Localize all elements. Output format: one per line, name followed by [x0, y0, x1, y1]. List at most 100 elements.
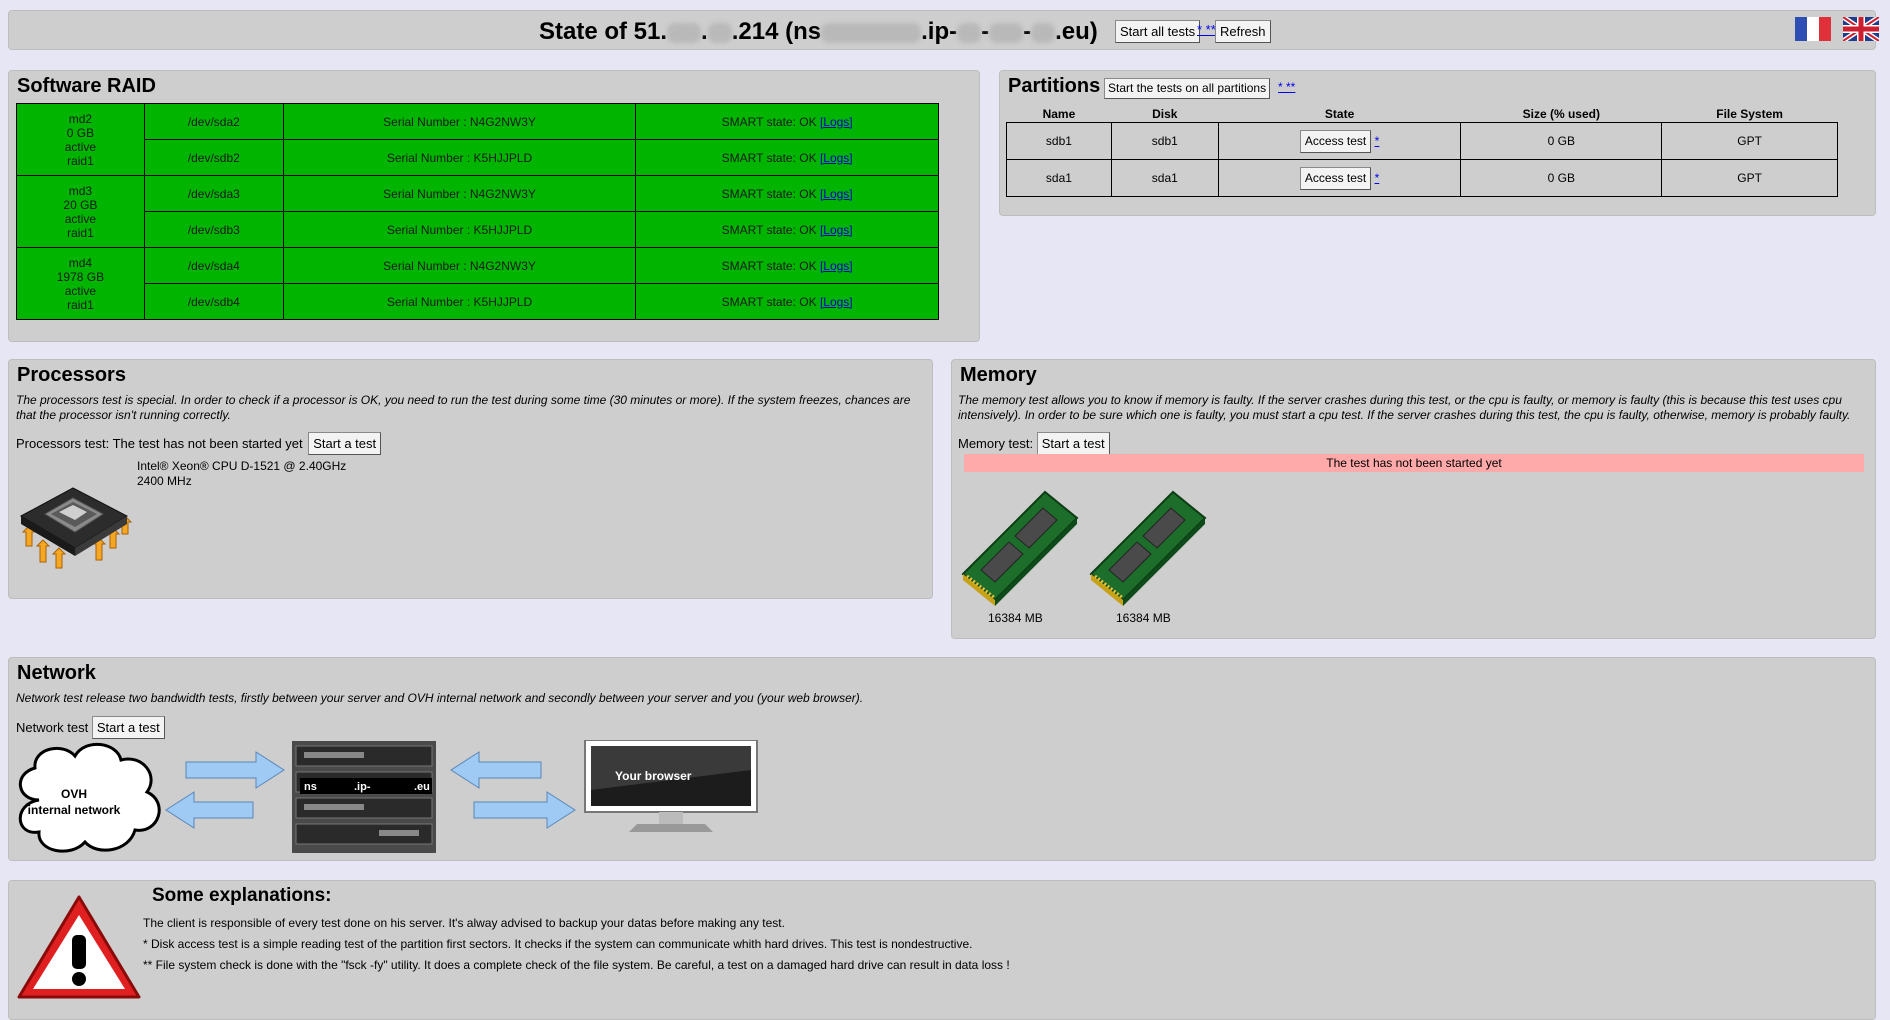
stars-link[interactable]: * ** [1197, 22, 1216, 37]
raid-array-status: active [64, 283, 97, 298]
page-title: State of 51.. .214 (ns .ip- - - .eu) [539, 18, 1098, 45]
raid-disk-device: /dev/sda2 [143, 103, 284, 140]
redacted-ip-part [707, 22, 732, 43]
memory-not-started-banner: The test has not been started yet [964, 454, 1864, 472]
partition-fs: GPT [1661, 122, 1838, 160]
title-part: State of 51. [539, 18, 668, 45]
processors-status-text: Processors test: The test has not been s… [16, 436, 303, 451]
logs-link[interactable]: [Logs] [820, 259, 853, 273]
cloud-label-1: OVH [61, 787, 87, 801]
raid-array-size: 1978 GB [56, 269, 105, 284]
redacted-hostname-part [989, 22, 1024, 43]
smart-state-text: SMART state: OK [721, 186, 817, 201]
raid-disk-smart: SMART state: OK [Logs] [635, 175, 939, 212]
processors-description: The processors test is special. In order… [16, 393, 911, 422]
ram-module-icon [1089, 490, 1207, 606]
raid-array-level: raid1 [67, 225, 94, 240]
table-row: /dev/sdb3 Serial Number : K5HJJPLD SMART s… [17, 211, 939, 248]
raid-array-cell: md3 20 GB active raid1 [16, 175, 145, 248]
partition-fs: GPT [1661, 159, 1838, 197]
cloud-label-2: internal network [28, 803, 121, 817]
processors-status: Processors test: The test has not been s… [16, 432, 382, 455]
partitions-stars-link[interactable]: * ** [1278, 80, 1295, 94]
raid-title: Software RAID [17, 75, 156, 97]
raid-disk-serial: Serial Number : K5HJJPLD [282, 211, 637, 248]
table-row: /dev/sdb4 Serial Number : K5HJJPLD SMART s… [17, 283, 939, 320]
arrow-right-icon [473, 791, 576, 829]
network-status: Network test Start a test [16, 716, 165, 739]
star-link[interactable]: * [1375, 134, 1380, 148]
raid-array-name: md3 [68, 183, 93, 198]
logs-link[interactable]: [Logs] [820, 115, 853, 129]
memory-status-label: Memory test: [958, 436, 1034, 451]
raid-array-size: 0 GB [66, 125, 95, 140]
raid-disk-device: /dev/sda3 [143, 175, 284, 212]
network-start-button[interactable]: Start a test [91, 716, 165, 739]
network-diagram: OVH internal network ns .ip- .eu Your br… [18, 740, 758, 853]
warning-icon [17, 895, 141, 999]
table-row: md4 1978 GB active raid1/dev/sda4 Serial Num… [16, 247, 939, 320]
title-part: .214 (ns [731, 18, 822, 45]
table-row: sda1 sda1 Access test * 0 GB GPT [1006, 159, 1838, 197]
raid-array-status: active [64, 139, 97, 154]
redacted-hostname-part [1031, 22, 1056, 43]
start-all-tests-button[interactable]: Start all tests [1115, 20, 1201, 43]
logs-link[interactable]: [Logs] [820, 223, 853, 237]
title-part: .eu) [1055, 18, 1098, 45]
explanations-title: Some explanations: [152, 885, 332, 906]
raid-array-cell: md2 0 GB active raid1 [16, 103, 145, 176]
processors-start-button[interactable]: Start a test [308, 432, 382, 455]
partition-state: Access test * [1217, 122, 1462, 160]
network-description: Network test release two bandwidth tests… [16, 691, 864, 705]
processors-title: Processors [17, 364, 126, 386]
logs-link[interactable]: [Logs] [820, 295, 853, 309]
software-raid-panel: Software RAID md2 0 GB active raid1/dev/sda… [8, 70, 980, 342]
start-partition-tests-button[interactable]: Start the tests on all partitions [1104, 78, 1271, 99]
logs-link[interactable]: [Logs] [820, 187, 853, 201]
table-row: md3 20 GB active raid1/dev/sda3 Serial Numbe… [16, 175, 939, 248]
server-label-b: .ip- [354, 781, 371, 793]
partition-size: 0 GB [1460, 122, 1663, 160]
smart-state-text: SMART state: OK [721, 222, 817, 237]
partitions-title: Partitions [1008, 75, 1101, 97]
memory-start-button[interactable]: Start a test [1036, 432, 1110, 455]
header-bar: State of 51.. .214 (ns .ip- - - .eu) Start al… [8, 10, 1879, 50]
redacted-ip-part [667, 22, 702, 43]
column-header-state: State [1324, 107, 1355, 121]
logs-link[interactable]: [Logs] [820, 151, 853, 165]
refresh-button[interactable]: Refresh [1215, 20, 1271, 43]
memory-panel: Memory The memory test allows you to kno… [951, 359, 1876, 639]
raid-array-status: active [64, 211, 97, 226]
monitor-icon [584, 740, 758, 832]
smart-state-text: SMART state: OK [721, 258, 817, 273]
raid-array-level: raid1 [67, 297, 94, 312]
raid-array-name: md4 [68, 255, 93, 270]
table-row: /dev/sdb2 Serial Number : K5HJJPLD SMART s… [17, 139, 939, 176]
memory-description: The memory test allows you to know if me… [958, 393, 1851, 422]
memory-title: Memory [960, 364, 1037, 386]
uk-flag-icon[interactable] [1843, 17, 1879, 41]
access-test-button[interactable]: Access test [1299, 166, 1372, 190]
raid-array-name: md2 [68, 111, 93, 126]
raid-disk-device: /dev/sdb3 [143, 211, 284, 248]
access-test-button[interactable]: Access test [1299, 129, 1372, 153]
partitions-table: Name Disk State Size (% used) File Syste… [1006, 106, 1838, 197]
raid-disk-smart: SMART state: OK [Logs] [635, 103, 939, 140]
memory-status: Memory test: Start a test [958, 432, 1110, 455]
redacted-hostname-part [821, 22, 922, 43]
browser-label: Your browser [615, 769, 692, 783]
column-header-disk: Disk [1152, 107, 1178, 121]
raid-disk-serial: Serial Number : K5HJJPLD [282, 283, 637, 320]
ram-module-icon [961, 490, 1079, 606]
network-title: Network [17, 662, 96, 684]
cloud-icon [18, 742, 161, 853]
smart-state-text: SMART state: OK [721, 114, 817, 129]
french-flag-icon[interactable] [1795, 17, 1831, 41]
cpu-info: Intel® Xeon® CPU D-1521 @ 2.40GHz 2400 M… [137, 459, 346, 489]
raid-disk-device: /dev/sda4 [143, 247, 284, 284]
star-link[interactable]: * [1375, 171, 1380, 185]
table-row: md2 0 GB active raid1/dev/sda2 Serial Number… [16, 103, 939, 176]
raid-disk-smart: SMART state: OK [Logs] [635, 211, 939, 248]
smart-state-text: SMART state: OK [721, 150, 817, 165]
explanations-list: The client is responsible of every test … [143, 913, 1010, 976]
